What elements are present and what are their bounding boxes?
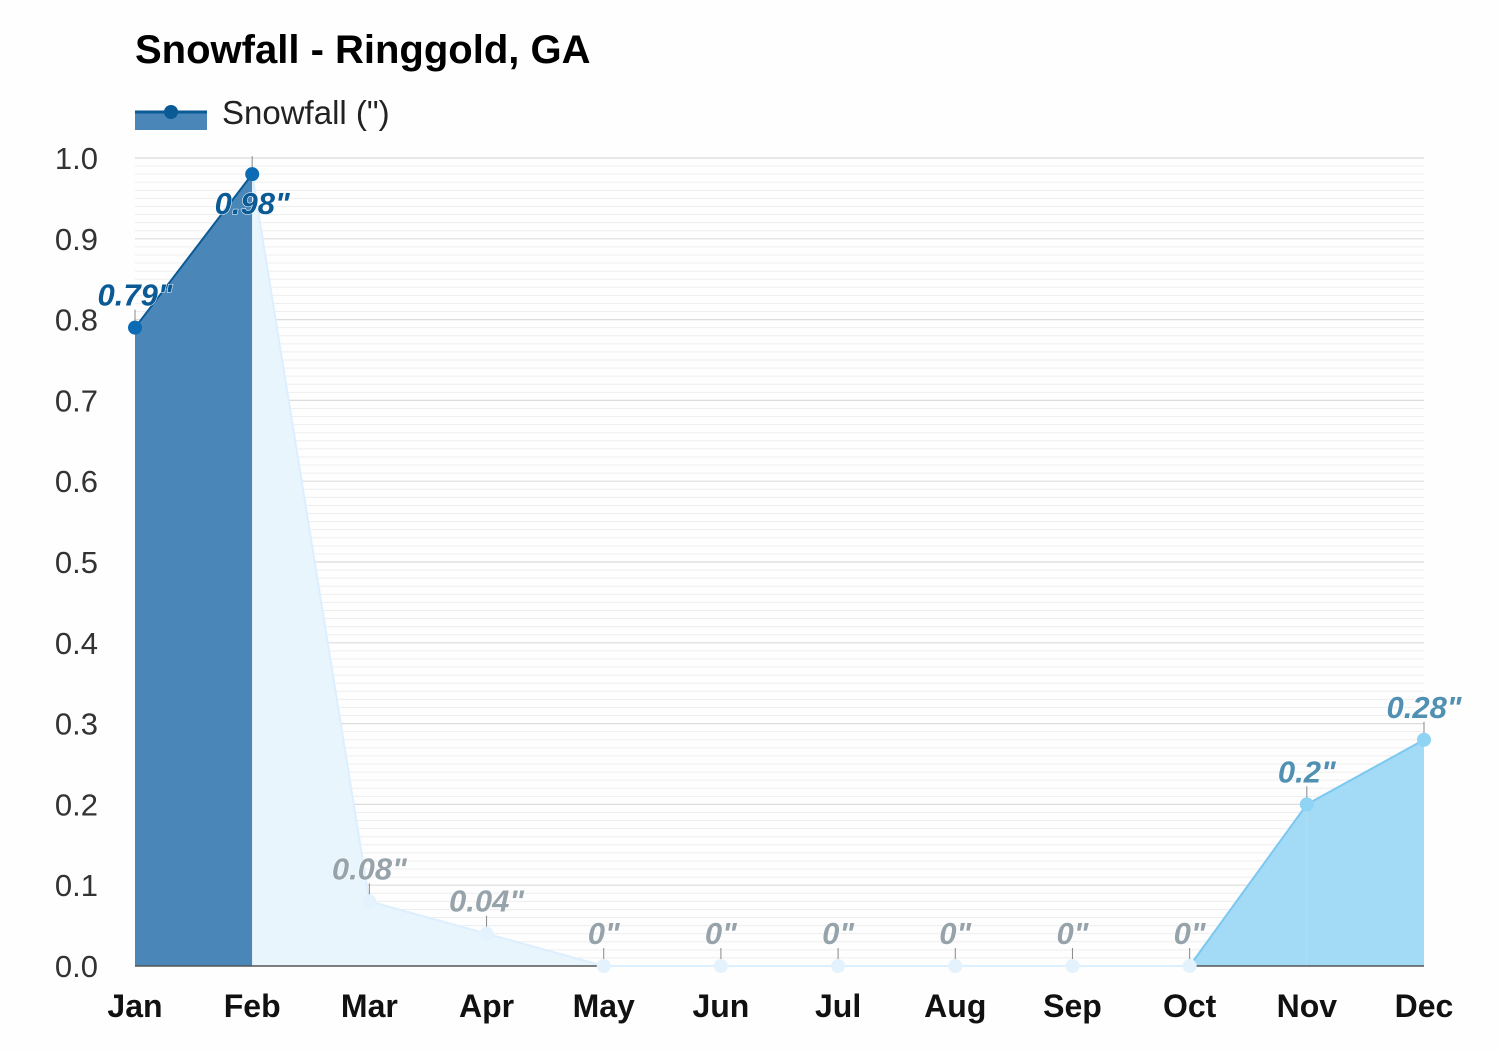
x-tick-label: Oct [1163, 988, 1217, 1024]
data-point-oct [1182, 959, 1197, 973]
x-tick-label: Nov [1277, 988, 1338, 1024]
data-label-aug: 0" [939, 916, 972, 951]
y-axis-ticks: 0.0 0.1 0.2 0.3 0.4 0.5 0.6 0.7 0.8 0.9 1.0 [55, 141, 98, 984]
x-tick-label: Jun [692, 988, 749, 1024]
y-tick-label: 0.0 [55, 949, 98, 984]
snowfall-chart: Snowfall - Ringgold, GA Snowfall (") 0.0… [55, 28, 1463, 1024]
y-tick-label: 0.5 [55, 545, 98, 580]
y-tick-label: 0.2 [55, 787, 98, 822]
data-label-dec: 0.28" [1386, 690, 1462, 725]
y-tick-label: 1.0 [55, 141, 98, 176]
legend[interactable]: Snowfall (") [135, 94, 390, 131]
data-point-jan [128, 320, 142, 335]
data-point-may [596, 959, 611, 973]
data-point-aug [948, 959, 963, 973]
data-point-dec [1417, 732, 1431, 747]
y-tick-label: 0.9 [55, 222, 98, 257]
data-label-sep: 0" [1056, 916, 1089, 951]
data-point-apr [479, 926, 494, 941]
data-label-jul: 0" [822, 916, 855, 951]
data-label-may: 0" [588, 916, 621, 951]
data-label-nov: 0.2" [1278, 754, 1337, 789]
chart-title: Snowfall - Ringgold, GA [135, 28, 591, 72]
x-tick-label: Jan [107, 988, 162, 1024]
y-tick-label: 0.6 [55, 464, 98, 499]
x-tick-label: Jul [815, 988, 861, 1024]
x-tick-label: Mar [341, 988, 398, 1024]
x-tick-label: Sep [1043, 988, 1102, 1024]
data-label-jan: 0.79" [97, 278, 173, 313]
data-point-feb [245, 167, 260, 182]
data-point-jun [713, 959, 728, 973]
data-label-mar: 0.08" [332, 851, 408, 886]
data-label-jun: 0" [705, 916, 738, 951]
y-tick-label: 0.7 [55, 383, 98, 418]
data-point-sep [1065, 959, 1080, 973]
y-tick-label: 0.3 [55, 707, 98, 742]
y-tick-label: 0.1 [55, 868, 98, 903]
legend-marker-icon [164, 105, 178, 119]
x-axis-ticks: Jan Feb Mar Apr May Jun Jul Aug Sep Oct Nov Dec [107, 988, 1453, 1024]
data-label-feb: 0.98" [215, 186, 291, 221]
x-tick-label: May [573, 988, 635, 1024]
x-tick-label: Feb [224, 988, 281, 1024]
data-label-apr: 0.04" [449, 884, 525, 919]
data-point-jul [831, 959, 846, 973]
data-point-nov [1299, 797, 1314, 812]
y-tick-label: 0.4 [55, 626, 98, 661]
x-tick-label: Dec [1395, 988, 1454, 1024]
y-tick-label: 0.8 [55, 303, 98, 338]
x-tick-label: Aug [924, 988, 986, 1024]
data-point-mar [362, 894, 377, 909]
x-tick-label: Apr [459, 988, 514, 1024]
data-label-oct: 0" [1174, 916, 1207, 951]
legend-label: Snowfall (") [222, 94, 390, 131]
